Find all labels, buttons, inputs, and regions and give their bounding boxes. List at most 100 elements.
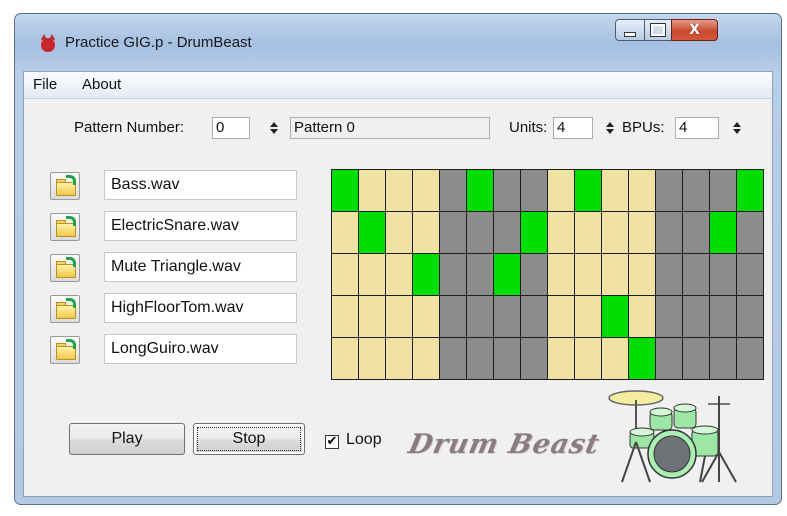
- step-cell[interactable]: [548, 170, 574, 211]
- step-cell[interactable]: [332, 170, 358, 211]
- close-button[interactable]: X: [671, 19, 718, 41]
- step-cell[interactable]: [575, 254, 601, 295]
- step-cell[interactable]: [683, 170, 709, 211]
- step-cell[interactable]: [386, 212, 412, 253]
- track-file-field[interactable]: Bass.wav: [104, 170, 297, 200]
- step-cell[interactable]: [440, 170, 466, 211]
- menu-file[interactable]: File: [33, 76, 57, 93]
- step-cell[interactable]: [737, 170, 763, 211]
- step-cell[interactable]: [575, 338, 601, 379]
- step-cell[interactable]: [656, 212, 682, 253]
- step-cell[interactable]: [332, 296, 358, 337]
- step-cell[interactable]: [386, 338, 412, 379]
- step-cell[interactable]: [413, 254, 439, 295]
- units-spinner[interactable]: [604, 117, 616, 139]
- step-cell[interactable]: [629, 338, 655, 379]
- step-cell[interactable]: [386, 254, 412, 295]
- step-cell[interactable]: [710, 338, 736, 379]
- step-cell[interactable]: [548, 254, 574, 295]
- step-cell[interactable]: [413, 212, 439, 253]
- step-cell[interactable]: [359, 212, 385, 253]
- step-cell[interactable]: [656, 296, 682, 337]
- step-cell[interactable]: [440, 338, 466, 379]
- maximize-button[interactable]: [644, 19, 672, 41]
- step-cell[interactable]: [683, 296, 709, 337]
- step-cell[interactable]: [359, 296, 385, 337]
- step-cell[interactable]: [467, 254, 493, 295]
- menu-about[interactable]: About: [82, 76, 121, 93]
- step-cell[interactable]: [737, 212, 763, 253]
- step-cell[interactable]: [359, 170, 385, 211]
- step-cell[interactable]: [440, 212, 466, 253]
- pattern-number-input[interactable]: 0: [212, 117, 250, 139]
- step-cell[interactable]: [467, 338, 493, 379]
- loop-label[interactable]: Loop: [346, 431, 382, 449]
- step-cell[interactable]: [710, 212, 736, 253]
- step-cell[interactable]: [332, 212, 358, 253]
- track-file-field[interactable]: LongGuiro.wav: [104, 334, 297, 364]
- step-cell[interactable]: [521, 338, 547, 379]
- step-cell[interactable]: [494, 170, 520, 211]
- step-cell[interactable]: [656, 254, 682, 295]
- step-cell[interactable]: [494, 296, 520, 337]
- step-cell[interactable]: [656, 170, 682, 211]
- step-cell[interactable]: [710, 170, 736, 211]
- open-file-button[interactable]: [50, 213, 80, 241]
- step-cell[interactable]: [548, 296, 574, 337]
- step-cell[interactable]: [413, 170, 439, 211]
- step-cell[interactable]: [602, 296, 628, 337]
- open-file-button[interactable]: [50, 254, 80, 282]
- step-cell[interactable]: [737, 254, 763, 295]
- step-cell[interactable]: [602, 212, 628, 253]
- pattern-number-spinner[interactable]: [268, 117, 280, 139]
- step-cell[interactable]: [413, 296, 439, 337]
- step-cell[interactable]: [575, 212, 601, 253]
- step-cell[interactable]: [494, 254, 520, 295]
- play-button[interactable]: Play: [69, 423, 185, 455]
- step-cell[interactable]: [521, 296, 547, 337]
- stop-button[interactable]: Stop: [193, 423, 305, 455]
- step-cell[interactable]: [629, 254, 655, 295]
- pattern-name-field[interactable]: Pattern 0: [290, 117, 490, 139]
- step-cell[interactable]: [683, 212, 709, 253]
- step-cell[interactable]: [737, 296, 763, 337]
- step-cell[interactable]: [359, 254, 385, 295]
- step-cell[interactable]: [656, 338, 682, 379]
- track-file-field[interactable]: Mute Triangle.wav: [104, 252, 297, 282]
- open-file-button[interactable]: [50, 336, 80, 364]
- step-cell[interactable]: [548, 212, 574, 253]
- step-cell[interactable]: [332, 254, 358, 295]
- step-cell[interactable]: [359, 338, 385, 379]
- step-cell[interactable]: [413, 338, 439, 379]
- bpus-spinner[interactable]: [731, 117, 743, 139]
- step-cell[interactable]: [386, 296, 412, 337]
- step-cell[interactable]: [683, 338, 709, 379]
- step-cell[interactable]: [710, 296, 736, 337]
- step-cell[interactable]: [575, 296, 601, 337]
- open-file-button[interactable]: [50, 172, 80, 200]
- step-cell[interactable]: [440, 296, 466, 337]
- step-cell[interactable]: [494, 338, 520, 379]
- title-bar[interactable]: Practice GIG.p - DrumBeast X: [15, 14, 781, 64]
- step-cell[interactable]: [521, 254, 547, 295]
- step-cell[interactable]: [467, 212, 493, 253]
- step-cell[interactable]: [602, 170, 628, 211]
- step-cell[interactable]: [629, 296, 655, 337]
- step-cell[interactable]: [602, 254, 628, 295]
- step-cell[interactable]: [521, 170, 547, 211]
- step-cell[interactable]: [548, 338, 574, 379]
- step-cell[interactable]: [332, 338, 358, 379]
- step-cell[interactable]: [737, 338, 763, 379]
- step-cell[interactable]: [629, 170, 655, 211]
- track-file-field[interactable]: ElectricSnare.wav: [104, 211, 297, 241]
- step-cell[interactable]: [629, 212, 655, 253]
- step-cell[interactable]: [494, 212, 520, 253]
- step-cell[interactable]: [467, 296, 493, 337]
- step-cell[interactable]: [602, 338, 628, 379]
- open-file-button[interactable]: [50, 295, 80, 323]
- step-cell[interactable]: [467, 170, 493, 211]
- step-cell[interactable]: [575, 170, 601, 211]
- loop-checkbox[interactable]: ✔: [325, 435, 339, 449]
- bpus-input[interactable]: 4: [675, 117, 719, 139]
- step-cell[interactable]: [710, 254, 736, 295]
